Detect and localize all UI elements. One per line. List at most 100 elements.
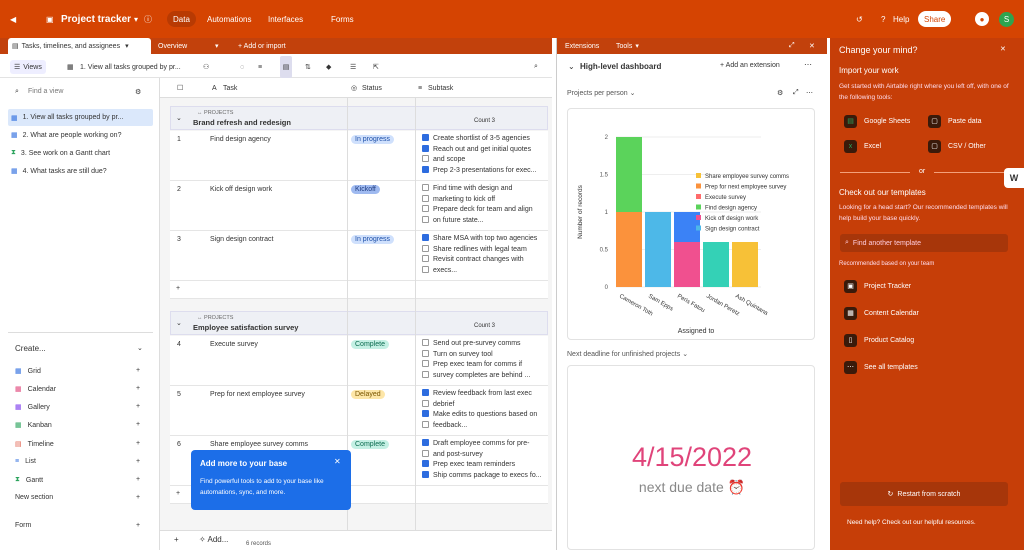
subtask-item[interactable]: marketing to kick off [422,194,547,206]
column-subtask[interactable]: Subtask [428,78,453,98]
plus-icon[interactable]: + [176,284,180,295]
subtask-item[interactable]: Review feedback from last exec [422,389,547,400]
status-badge[interactable]: In progress [351,135,395,144]
status-badge[interactable]: Delayed [351,390,385,399]
subtask-item[interactable]: survey completes are behind ... [422,370,547,382]
subtask-item[interactable]: feedback... [422,420,547,432]
close-icon[interactable]: ✕ [809,38,815,54]
subtask-item[interactable]: on future state... [422,215,547,227]
chevron-down-icon[interactable]: ⌄ [176,319,182,330]
checkbox[interactable] [422,439,429,446]
sidebar-view-2[interactable]: ▦ 2. What are people working on? [11,131,121,140]
checkbox[interactable] [422,410,429,418]
subtask-item[interactable]: Find time with design and [422,184,547,195]
dashboard-title[interactable]: High-level dashboard [580,62,661,71]
extensions-tab[interactable]: Extensions [565,38,599,54]
select-all-checkbox[interactable]: ☐ [177,78,183,98]
plus-icon[interactable]: + [174,535,179,544]
add-button[interactable]: ✧ Add... [199,535,228,544]
subtask-cell[interactable]: Create shortlist of 3-5 agencies Reach ou… [422,134,547,176]
plus-icon[interactable]: + [136,458,140,465]
template-product-catalog[interactable]: ▯ Product Catalog [844,334,914,347]
checkbox[interactable] [422,339,429,346]
chevron-down-icon[interactable]: ⌄ [568,62,575,71]
views-button[interactable]: ☰ Views [10,60,46,74]
table-row[interactable]: 3 Sign design contract In progress Share MS… [170,231,548,281]
chevron-down-icon[interactable]: ⌄ [176,114,182,125]
chart-menu[interactable]: Projects per person ⌄ [567,89,636,97]
checkbox[interactable] [422,144,429,152]
checkbox[interactable] [422,205,429,213]
subtask-item[interactable]: debrief [422,399,547,411]
subtask-item[interactable]: Share redlines with legal team [422,244,547,256]
tab-data[interactable]: Data [167,11,196,27]
checkbox[interactable] [422,420,429,428]
subtask-item[interactable]: Reach out and get initial quotes [422,144,547,156]
subtask-item[interactable]: Ship comms package to execs fo... [422,470,547,482]
chevron-down-icon[interactable]: ⌄ [137,344,143,352]
import-excel[interactable]: x Excel [844,140,881,153]
checkbox[interactable] [422,194,429,202]
people-icon[interactable]: ⚇ [203,56,209,78]
plus-icon[interactable]: + [136,522,140,529]
task-cell[interactable]: Prep for next employee survey [210,390,305,401]
subtask-cell[interactable]: Send out pre-survey comms Turn on survey … [422,339,547,381]
status-badge[interactable]: Complete [351,440,389,449]
checkbox[interactable] [422,370,429,378]
subtask-item[interactable]: Turn on survey tool [422,349,547,361]
subtask-item[interactable]: and scope [422,155,547,166]
plus-icon[interactable]: + [176,489,180,500]
plus-icon[interactable]: + [136,403,140,410]
overview-tab[interactable]: Overview [158,38,187,54]
subtask-cell[interactable]: Draft employee comms for pre-and post-su… [422,439,547,481]
avatar[interactable]: S [999,12,1014,27]
sidebar-view-1[interactable]: ▦ 1. View all tasks grouped by pr... [8,109,153,126]
search-icon[interactable]: ⌕ [534,56,538,78]
find-view-input[interactable]: Find a view [28,88,63,95]
create-timeline[interactable]: ▤ Timeline [15,440,54,449]
chevron-down-icon[interactable]: ▾ [215,38,219,54]
find-template-input[interactable]: ⌕ Find another template [840,234,1008,252]
subtask-item[interactable]: Prep exec team for comms if [422,360,547,371]
checkbox[interactable] [422,134,429,141]
checkbox[interactable] [422,360,429,368]
checkbox[interactable] [422,155,429,163]
settings-icon[interactable]: ⚙ [777,89,783,97]
tools-menu[interactable]: Tools ▾ [616,38,639,54]
create-list[interactable]: ≡ List [15,458,36,465]
bell-icon[interactable]: ● [975,12,989,26]
table-row[interactable]: 4 Execute survey Complete Send out pre-surv… [170,336,548,386]
checkbox[interactable] [422,215,429,223]
table-row[interactable]: 2 Kick off design work Kickoff Find time wi… [170,181,548,231]
status-badge[interactable]: In progress [351,235,395,244]
group-header[interactable]: ⌄ ↔ PROJECTS Employee satisfaction survey C… [170,311,548,335]
status-badge[interactable]: Complete [351,340,389,349]
table-row[interactable]: 5 Prep for next employee survey Delayed Rev… [170,386,548,436]
add-row-button[interactable]: + [170,281,548,299]
tab-forms[interactable]: Forms [331,0,354,38]
checkbox[interactable] [422,399,429,407]
checkbox[interactable] [422,265,429,273]
checkbox[interactable] [422,255,429,263]
plus-icon[interactable]: + [136,421,140,428]
create-calendar[interactable]: ▦ Calendar [15,385,56,394]
checkbox[interactable] [422,244,429,252]
group-header[interactable]: ⌄ ↔ PROJECTS Brand refresh and redesign Cou… [170,106,548,130]
import-google-sheets[interactable]: ▤ Google Sheets [844,115,910,128]
checkbox[interactable] [422,470,429,478]
subtask-item[interactable]: Revisit contract changes with [422,255,547,266]
base-title[interactable]: Project tracker [61,0,131,38]
add-extension-button[interactable]: + Add an extension [720,62,780,69]
subtask-item[interactable]: Prep 2-3 presentations for exec... [422,165,547,177]
plus-icon[interactable]: + [136,476,140,483]
checkbox[interactable] [422,184,429,191]
row-height-icon[interactable]: ☰ [350,56,356,78]
next-deadline-menu[interactable]: Next deadline for unfinished projects ⌄ [567,350,688,358]
chevron-down-icon[interactable]: ▾ [134,0,138,38]
template-content-calendar[interactable]: ▦ Content Calendar [844,307,919,320]
checkbox[interactable] [422,165,429,173]
more-icon[interactable]: ⋯ [806,89,813,97]
tab-tasks[interactable]: ▤ Tasks, timelines, and assignees ▾ [8,38,151,54]
column-status[interactable]: Status [362,78,382,98]
create-section[interactable]: New section [15,494,53,501]
